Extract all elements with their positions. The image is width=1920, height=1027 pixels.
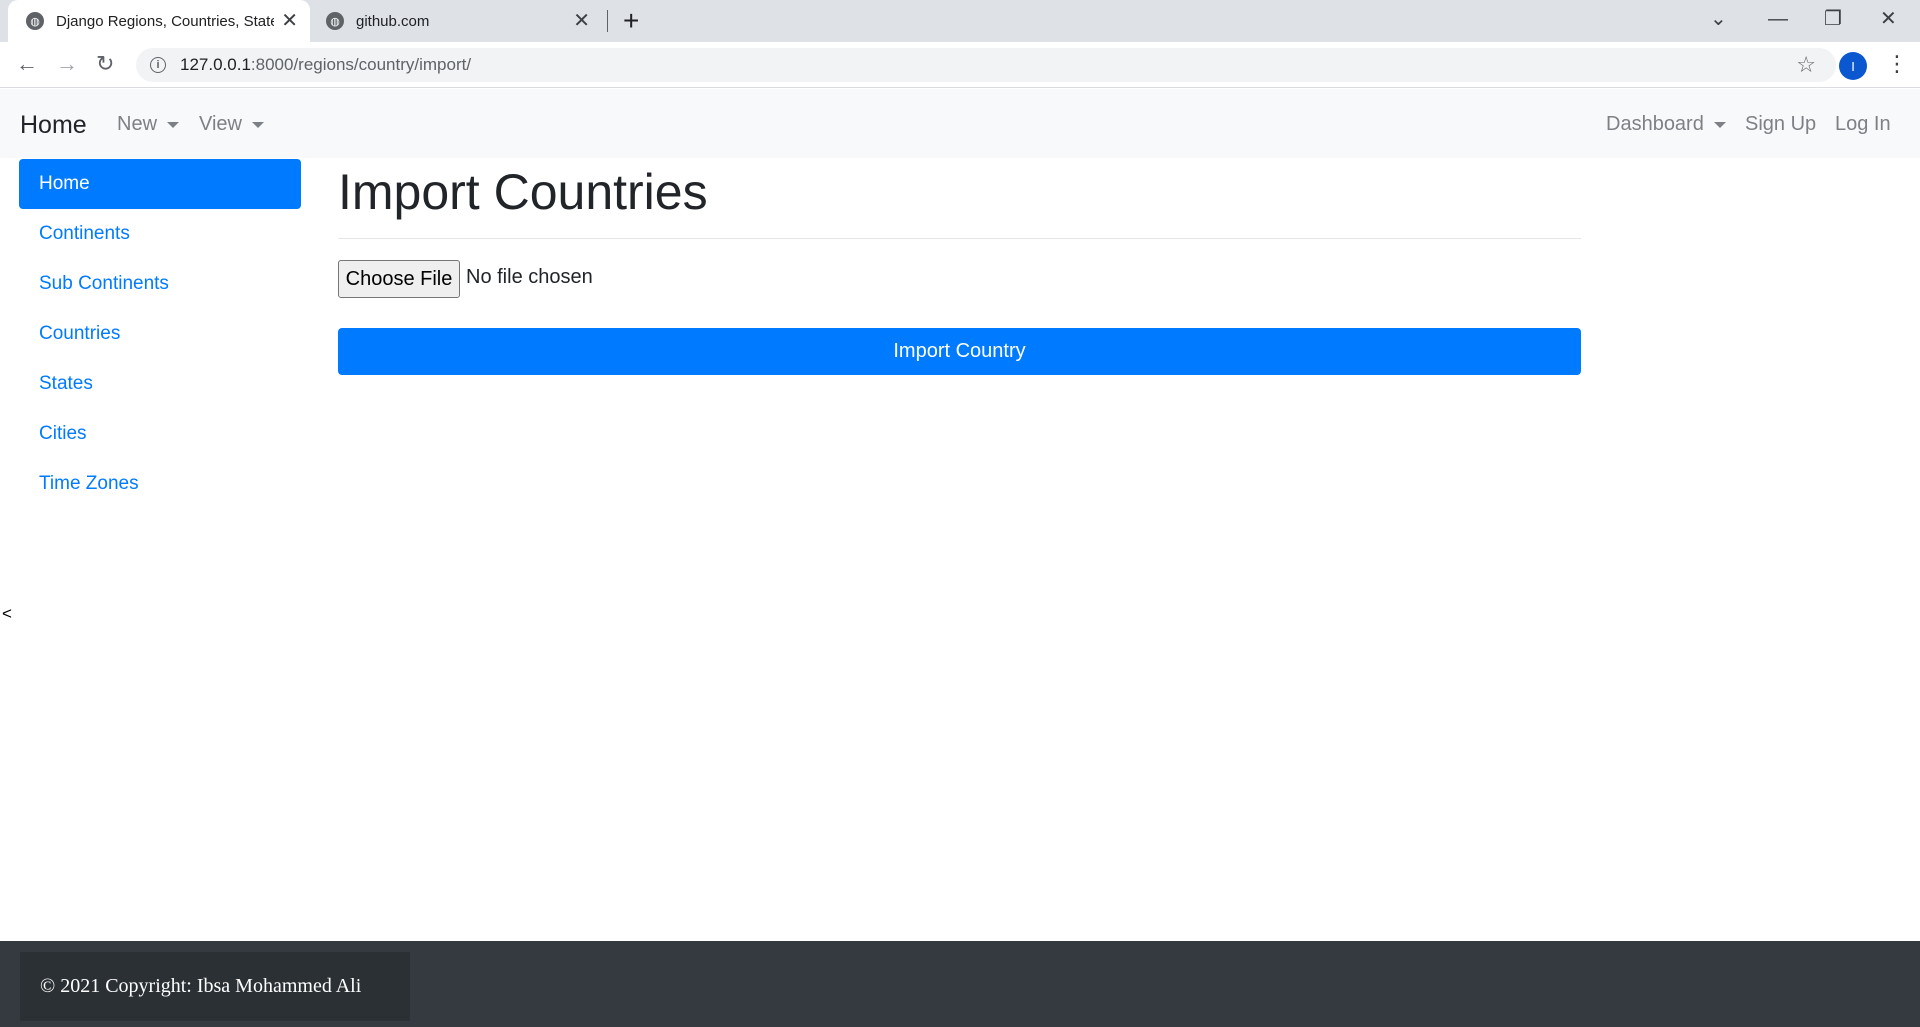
- caret-down-icon: [167, 121, 180, 128]
- nav-signup-link[interactable]: Sign Up: [1745, 113, 1816, 136]
- nav-view-label: View: [199, 113, 242, 135]
- sidebar-item-sub-continents[interactable]: Sub Continents: [19, 259, 301, 309]
- plus-icon[interactable]: +: [623, 6, 639, 36]
- footer: © 2021 Copyright: Ibsa Mohammed Ali: [0, 941, 1920, 1027]
- site-navbar: Home New View Dashboard Sign Up Log In: [0, 89, 1920, 158]
- kebab-menu-icon[interactable]: ⋮: [1886, 50, 1908, 78]
- tab-search-chevron-icon[interactable]: ⌄: [1710, 4, 1727, 34]
- file-status: No file chosen: [466, 266, 593, 288]
- globe-icon: ◍: [326, 12, 344, 30]
- browser-tab-active[interactable]: ◍ Django Regions, Countries, States ✕: [8, 0, 310, 42]
- import-country-button[interactable]: Import Country: [338, 328, 1581, 375]
- footer-copyright: © 2021 Copyright: Ibsa Mohammed Ali: [20, 952, 410, 1021]
- sidebar-item-time-zones[interactable]: Time Zones: [19, 459, 301, 509]
- navbar-brand[interactable]: Home: [20, 111, 87, 140]
- back-arrow-icon[interactable]: ←: [16, 50, 38, 78]
- browser-toolbar: ← → ↻ i 127.0.0.1:8000/regions/country/i…: [0, 42, 1920, 88]
- url-path: :8000/regions/country/import/: [250, 55, 472, 74]
- browser-tab-inactive[interactable]: ◍ github.com ✕: [316, 0, 602, 42]
- nav-view-dropdown[interactable]: View: [199, 113, 264, 136]
- sidebar-item-states[interactable]: States: [19, 359, 301, 409]
- avatar[interactable]: I: [1839, 52, 1867, 80]
- sidebar-item-countries[interactable]: Countries: [19, 309, 301, 359]
- sidebar-item-home[interactable]: Home: [19, 159, 301, 209]
- window-close-icon[interactable]: ✕: [1880, 4, 1897, 34]
- caret-down-icon: [252, 121, 264, 128]
- nav-dashboard-dropdown[interactable]: Dashboard: [1606, 113, 1726, 136]
- browser-tabstrip: ◍ Django Regions, Countries, States ✕ ◍ …: [0, 0, 1920, 42]
- address-bar[interactable]: i 127.0.0.1:8000/regions/country/import/…: [136, 48, 1836, 82]
- star-icon[interactable]: ☆: [1796, 52, 1816, 78]
- reload-icon[interactable]: ↻: [96, 50, 114, 78]
- globe-icon: ◍: [26, 12, 44, 30]
- close-icon[interactable]: ✕: [573, 9, 590, 33]
- restore-icon[interactable]: ❐: [1824, 4, 1842, 34]
- sidebar-collapse-toggle[interactable]: <: [2, 604, 12, 624]
- sidebar-item-continents[interactable]: Continents: [19, 209, 301, 259]
- nav-new-label: New: [117, 113, 158, 135]
- divider: [338, 238, 1581, 239]
- nav-new-dropdown[interactable]: New: [117, 113, 180, 136]
- nav-login-link[interactable]: Log In: [1835, 113, 1891, 136]
- forward-arrow-icon[interactable]: →: [56, 50, 78, 78]
- caret-down-icon: [1713, 121, 1726, 128]
- tab-title: Django Regions, Countries, States: [56, 12, 274, 30]
- tab-title: github.com: [356, 12, 430, 30]
- sidebar-item-cities[interactable]: Cities: [19, 409, 301, 459]
- nav-dashboard-label: Dashboard: [1606, 113, 1704, 135]
- url-host: 127.0.0.1: [180, 55, 251, 74]
- minimize-icon[interactable]: —: [1768, 4, 1788, 34]
- page-title: Import Countries: [338, 164, 708, 220]
- choose-file-button[interactable]: Choose File: [338, 260, 460, 298]
- close-icon[interactable]: ✕: [281, 9, 298, 33]
- info-icon[interactable]: i: [150, 57, 166, 73]
- tab-separator: [607, 10, 608, 32]
